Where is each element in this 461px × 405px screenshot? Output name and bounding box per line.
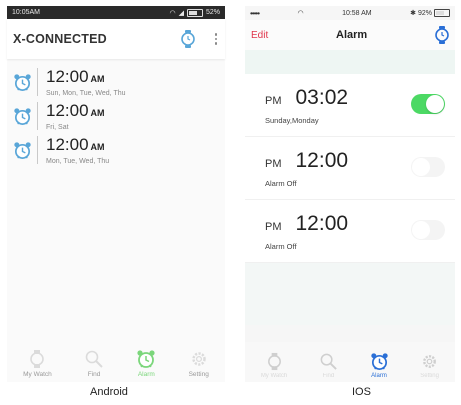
app-title: X-CONNECTED [13, 32, 107, 46]
tab-my-watch[interactable]: My Watch [261, 352, 287, 379]
alarm-ampm: PM [265, 221, 282, 233]
toggle-knob [426, 95, 444, 113]
alarm-ampm: PM [265, 95, 282, 107]
ios-nav-bar: Edit Alarm [245, 20, 455, 50]
alarm-subtitle: Sunday,Monday [265, 116, 319, 125]
tab-label: Alarm [137, 371, 155, 378]
ios-tab-bar: My Watch Find Alarm Setting [245, 342, 455, 382]
android-caption: Android [90, 386, 128, 398]
tab-my-watch[interactable]: My Watch [23, 349, 52, 378]
empty-area [245, 263, 455, 325]
alarm-ampm: PM [265, 158, 282, 170]
watch-icon [27, 349, 47, 369]
alarm-row[interactable]: PM 03:02 Sunday,Monday [245, 74, 455, 137]
alarm-time: 03:02 [295, 86, 349, 109]
divider [37, 68, 38, 96]
tab-label: Alarm [371, 373, 387, 379]
tab-find[interactable]: Find [84, 349, 104, 378]
tab-label: My Watch [260, 373, 288, 379]
search-icon [319, 352, 338, 371]
edit-button[interactable]: Edit [251, 30, 268, 41]
ios-status-bar: ••••• ◠ 10:58 AM ✱ 92% [245, 6, 455, 20]
tab-setting[interactable]: Setting [420, 352, 439, 379]
alarm-text: 12:00 AM Fri, Sat [46, 102, 105, 131]
tab-label: Setting [420, 373, 439, 379]
tab-setting[interactable]: Setting [189, 349, 209, 378]
divider [37, 136, 38, 164]
tab-label: My Watch [23, 371, 52, 378]
gear-icon [420, 352, 439, 371]
alarm-time: 12:00 [295, 149, 349, 172]
tab-alarm[interactable]: Alarm [370, 352, 389, 379]
alarm-toggle[interactable] [411, 220, 445, 240]
tab-label: Find [87, 371, 101, 378]
ios-screen: ••••• ◠ 10:58 AM ✱ 92% Edit Alarm PM 03:0… [245, 6, 455, 382]
tab-label: Setting [188, 371, 209, 378]
alarm-row[interactable]: 12:00 AM Fri, Sat [7, 99, 225, 133]
android-screen: 10:05AM ◠ ◢ 52% X-CONNECTED 12:00 AM Sun, … [7, 6, 225, 382]
android-status-bar: 10:05AM ◠ ◢ 52% [7, 6, 225, 19]
alarm-text: 12:00 AM Mon, Tue, Wed, Thu [46, 136, 109, 165]
alarm-subtitle: Alarm Off [265, 179, 297, 188]
watch-icon[interactable] [435, 26, 449, 44]
alarm-days: Mon, Tue, Wed, Thu [46, 157, 110, 165]
battery-icon [186, 8, 203, 17]
page-title: Alarm [336, 29, 368, 41]
alarm-toggle[interactable] [411, 157, 445, 177]
header-spacer [245, 50, 455, 74]
alarm-clock-icon [370, 352, 389, 371]
signal-icon: ◢ [178, 9, 184, 17]
bluetooth-icon: ✱ [410, 10, 416, 17]
toggle-knob [412, 221, 430, 239]
alarm-subtitle: Alarm Off [265, 242, 297, 251]
watch-icon [265, 352, 284, 371]
alarm-row[interactable]: 12:00 AM Sun, Mon, Tue, Wed, Thu [7, 65, 225, 99]
tab-alarm[interactable]: Alarm [136, 349, 156, 378]
status-time: 10:05AM [12, 9, 41, 16]
battery-icon [434, 9, 450, 17]
alarm-clock-icon [7, 141, 37, 160]
tab-find[interactable]: Find [319, 352, 338, 379]
battery-percent: 92% [417, 9, 432, 17]
alarm-row[interactable]: 12:00 AM Mon, Tue, Wed, Thu [7, 133, 225, 167]
alarm-clock-icon [136, 349, 156, 369]
alarm-toggle[interactable] [411, 94, 445, 114]
signal-dots: ••••• [250, 8, 260, 18]
divider [37, 102, 38, 130]
status-icons: ◠ ◢ 52% [169, 8, 220, 17]
alarm-text: 12:00 AM Sun, Mon, Tue, Wed, Thu [46, 68, 126, 97]
ios-caption: IOS [352, 386, 371, 398]
android-alarm-list: 12:00 AM Sun, Mon, Tue, Wed, Thu 12:00 AM Fri… [7, 65, 225, 167]
alarm-time: 12:00 AM [46, 134, 105, 154]
alarm-row[interactable]: PM 12:00 Alarm Off [245, 137, 455, 200]
alarm-row[interactable]: PM 12:00 Alarm Off [245, 200, 455, 263]
wifi-icon: ◠ [297, 10, 304, 17]
alarm-clock-icon [7, 107, 37, 126]
tab-label: Find [322, 373, 335, 379]
wifi-icon: ◠ [169, 9, 176, 17]
gear-icon [189, 349, 209, 369]
toggle-knob [412, 158, 430, 176]
alarm-time: 12:00 AM [46, 66, 105, 86]
watch-icon[interactable] [180, 30, 195, 48]
alarm-time: 12:00 [295, 212, 349, 235]
status-time: 10:58 AM [342, 9, 372, 17]
ios-alarm-list: PM 03:02 Sunday,Monday PM 12:00 Alarm Off PM 12… [245, 74, 455, 263]
overflow-menu-icon[interactable] [213, 31, 220, 47]
alarm-clock-icon [7, 73, 37, 92]
android-tab-bar: My Watch Find Alarm Setting [7, 344, 225, 382]
search-icon [84, 349, 104, 369]
alarm-days: Fri, Sat [46, 123, 69, 131]
alarm-time: 12:00 AM [46, 100, 105, 120]
alarm-days: Sun, Mon, Tue, Wed, Thu [46, 89, 126, 97]
android-app-bar: X-CONNECTED [7, 19, 225, 59]
battery-percent: 52% [205, 9, 220, 16]
